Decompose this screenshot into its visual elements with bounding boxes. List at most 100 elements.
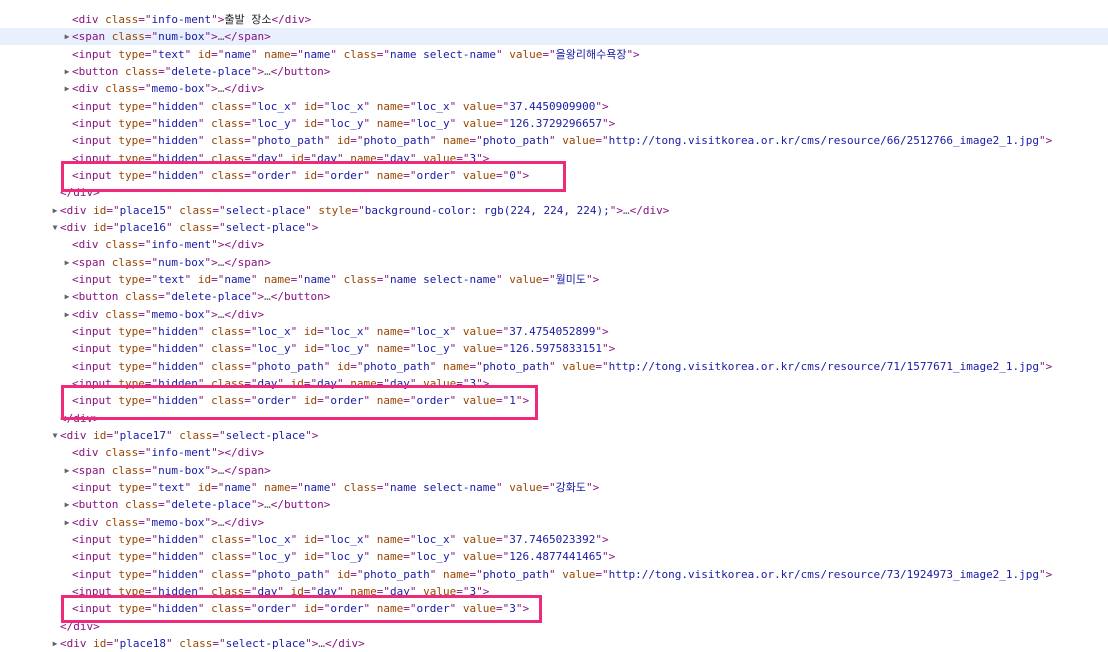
dom-node-line[interactable]: <input type="hidden" class="order" id="o…: [0, 167, 1108, 184]
expand-triangle-icon[interactable]: ▶: [50, 202, 60, 219]
token-tag: ">: [609, 203, 624, 217]
dom-node-line[interactable]: ▼ <div id="place16" class="select-place">: [0, 219, 1108, 236]
dom-node-line[interactable]: <input type="hidden" class="photo_path" …: [0, 132, 1108, 149]
token-tag: =": [244, 394, 258, 408]
token-tag: ": [277, 376, 284, 390]
expand-triangle-icon[interactable]: ▶: [62, 254, 72, 271]
dom-node-code: <input type="hidden" class="loc_y" id="l…: [72, 548, 615, 565]
token-tag: =": [211, 480, 225, 494]
elements-dom-tree[interactable]: <div class="info-ment">출발 장소</div> ▶ <span…: [0, 0, 1108, 650]
token-an: type: [111, 342, 145, 356]
token-tag: ": [197, 168, 205, 182]
token-av: select-place: [225, 220, 306, 234]
dom-node-line[interactable]: <input type="hidden" class="loc_y" id="l…: [0, 548, 1108, 565]
token-av: photo_path: [482, 134, 549, 148]
expand-triangle-icon[interactable]: ▶: [62, 288, 72, 305]
token-av: loc_x: [330, 532, 364, 546]
collapse-triangle-icon[interactable]: ▼: [50, 219, 60, 236]
token-an: type: [111, 272, 145, 286]
expand-triangle-icon[interactable]: ▶: [62, 306, 72, 323]
dom-node-line[interactable]: <input type="hidden" class="loc_x" id="l…: [0, 98, 1108, 115]
token-tag: <input: [72, 584, 112, 598]
expand-triangle-icon[interactable]: ▶: [50, 635, 60, 652]
dom-node-line[interactable]: <input type="hidden" class="day" id="day…: [0, 150, 1108, 167]
expand-triangle-icon[interactable]: ▶: [62, 514, 72, 531]
token-an: class: [204, 151, 245, 165]
token-av: name select-name: [390, 272, 496, 286]
dom-node-line[interactable]: ▶ <div class="memo-box">…</div>: [0, 514, 1108, 531]
dom-node-line[interactable]: <input type="hidden" class="order" id="o…: [0, 392, 1108, 409]
token-av: 126.4877441465: [509, 550, 602, 564]
dom-node-line[interactable]: ▶ <div class="memo-box">…</div>: [0, 80, 1108, 97]
token-an: id: [297, 342, 318, 356]
dom-node-line[interactable]: </div>: [0, 618, 1108, 635]
token-av: photo_path: [363, 134, 430, 148]
dom-node-line[interactable]: <input type="hidden" class="loc_x" id="l…: [0, 531, 1108, 548]
dom-node-line[interactable]: <div class="info-ment">출발 장소</div>: [0, 11, 1108, 28]
dom-node-line[interactable]: <input type="text" id="name" name="name"…: [0, 479, 1108, 496]
token-tag: =": [403, 550, 417, 564]
token-tag: =": [403, 116, 417, 130]
token-tag: =": [317, 532, 331, 546]
dom-node-line[interactable]: </div>: [0, 410, 1108, 427]
dom-node-line[interactable]: <div class="info-ment"></div>: [0, 236, 1108, 253]
expand-triangle-icon[interactable]: ▶: [62, 462, 72, 479]
dom-node-line[interactable]: ▶ <div id="place15" class="select-place" …: [0, 202, 1108, 219]
token-tag: =": [144, 168, 159, 182]
dom-node-line[interactable]: <input type="text" id="name" name="name"…: [0, 46, 1108, 63]
dom-node-line[interactable]: <input type="hidden" class="loc_y" id="l…: [0, 115, 1108, 132]
token-tag: =": [376, 47, 390, 61]
token-tag: ">: [250, 498, 265, 512]
token-tag: =": [244, 116, 258, 130]
token-tag: =": [317, 394, 331, 408]
collapse-triangle-icon[interactable]: ▼: [50, 427, 60, 444]
dom-node-line[interactable]: ▶ <div id="place18" class="select-place">…: [0, 635, 1108, 652]
dom-node-line[interactable]: ▶ <div class="memo-box">…</div>: [0, 306, 1108, 323]
token-tag: =": [244, 342, 258, 356]
token-an: value: [456, 116, 496, 130]
dom-node-line[interactable]: <input type="hidden" class="day" id="day…: [0, 583, 1108, 600]
dom-node-line[interactable]: <input type="hidden" class="order" id="o…: [0, 600, 1108, 617]
dom-node-line[interactable]: </div>: [0, 184, 1108, 201]
token-tag: <button: [72, 64, 119, 78]
token-an: id: [330, 567, 351, 581]
dom-node-line[interactable]: <input type="hidden" class="day" id="day…: [0, 375, 1108, 392]
token-av: loc_x: [257, 532, 291, 546]
token-tag: =": [244, 151, 258, 165]
dom-node-line[interactable]: <input type="hidden" class="photo_path" …: [0, 358, 1108, 375]
dom-node-line[interactable]: ▶ <span class="num-box">…</span>: [0, 28, 1108, 46]
token-tag: ": [165, 203, 173, 217]
token-an: value: [555, 567, 596, 581]
dom-node-line[interactable]: ▶ <button class="delete-place">…</button>: [0, 63, 1108, 80]
dom-node-line[interactable]: ▶ <span class="num-box">…</span>: [0, 254, 1108, 271]
dom-node-code: <input type="hidden" class="loc_x" id="l…: [72, 98, 609, 115]
token-tag: ": [197, 134, 205, 148]
dom-node-line[interactable]: <input type="hidden" class="loc_y" id="l…: [0, 340, 1108, 357]
expand-triangle-icon[interactable]: ▶: [62, 80, 72, 97]
token-tag: ">: [305, 220, 319, 234]
token-an: class: [98, 307, 139, 321]
token-an: name: [370, 324, 404, 338]
expand-triangle-icon[interactable]: ▶: [62, 28, 72, 45]
token-tag: =": [244, 584, 258, 598]
dom-node-line[interactable]: <div class="info-ment"></div>: [0, 444, 1108, 461]
dom-node-code: <input type="hidden" class="loc_x" id="l…: [72, 531, 609, 548]
token-an: class: [98, 446, 139, 460]
token-av: select-place: [225, 428, 306, 442]
dom-node-line[interactable]: ▶ <button class="delete-place">…</button>: [0, 496, 1108, 513]
token-av: loc_y: [330, 342, 364, 356]
dom-node-line[interactable]: ▶ <span class="num-box">…</span>: [0, 462, 1108, 479]
token-an: id: [297, 602, 318, 616]
token-tag: =": [138, 515, 152, 529]
expand-triangle-icon[interactable]: ▶: [62, 63, 72, 80]
expand-triangle-icon[interactable]: ▶: [62, 496, 72, 513]
dom-node-line[interactable]: <input type="hidden" class="photo_path" …: [0, 566, 1108, 583]
token-av: day: [257, 584, 278, 598]
dom-node-line[interactable]: <input type="hidden" class="loc_x" id="l…: [0, 323, 1108, 340]
token-tag: ": [197, 342, 205, 356]
dom-node-line[interactable]: ▶ <button class="delete-place">…</button>: [0, 288, 1108, 305]
dom-node-line[interactable]: <input type="text" id="name" name="name"…: [0, 271, 1108, 288]
dom-node-line[interactable]: ▼ <div id="place17" class="select-place">: [0, 427, 1108, 444]
token-tag: =": [456, 151, 470, 165]
token-tag: =": [290, 47, 304, 61]
